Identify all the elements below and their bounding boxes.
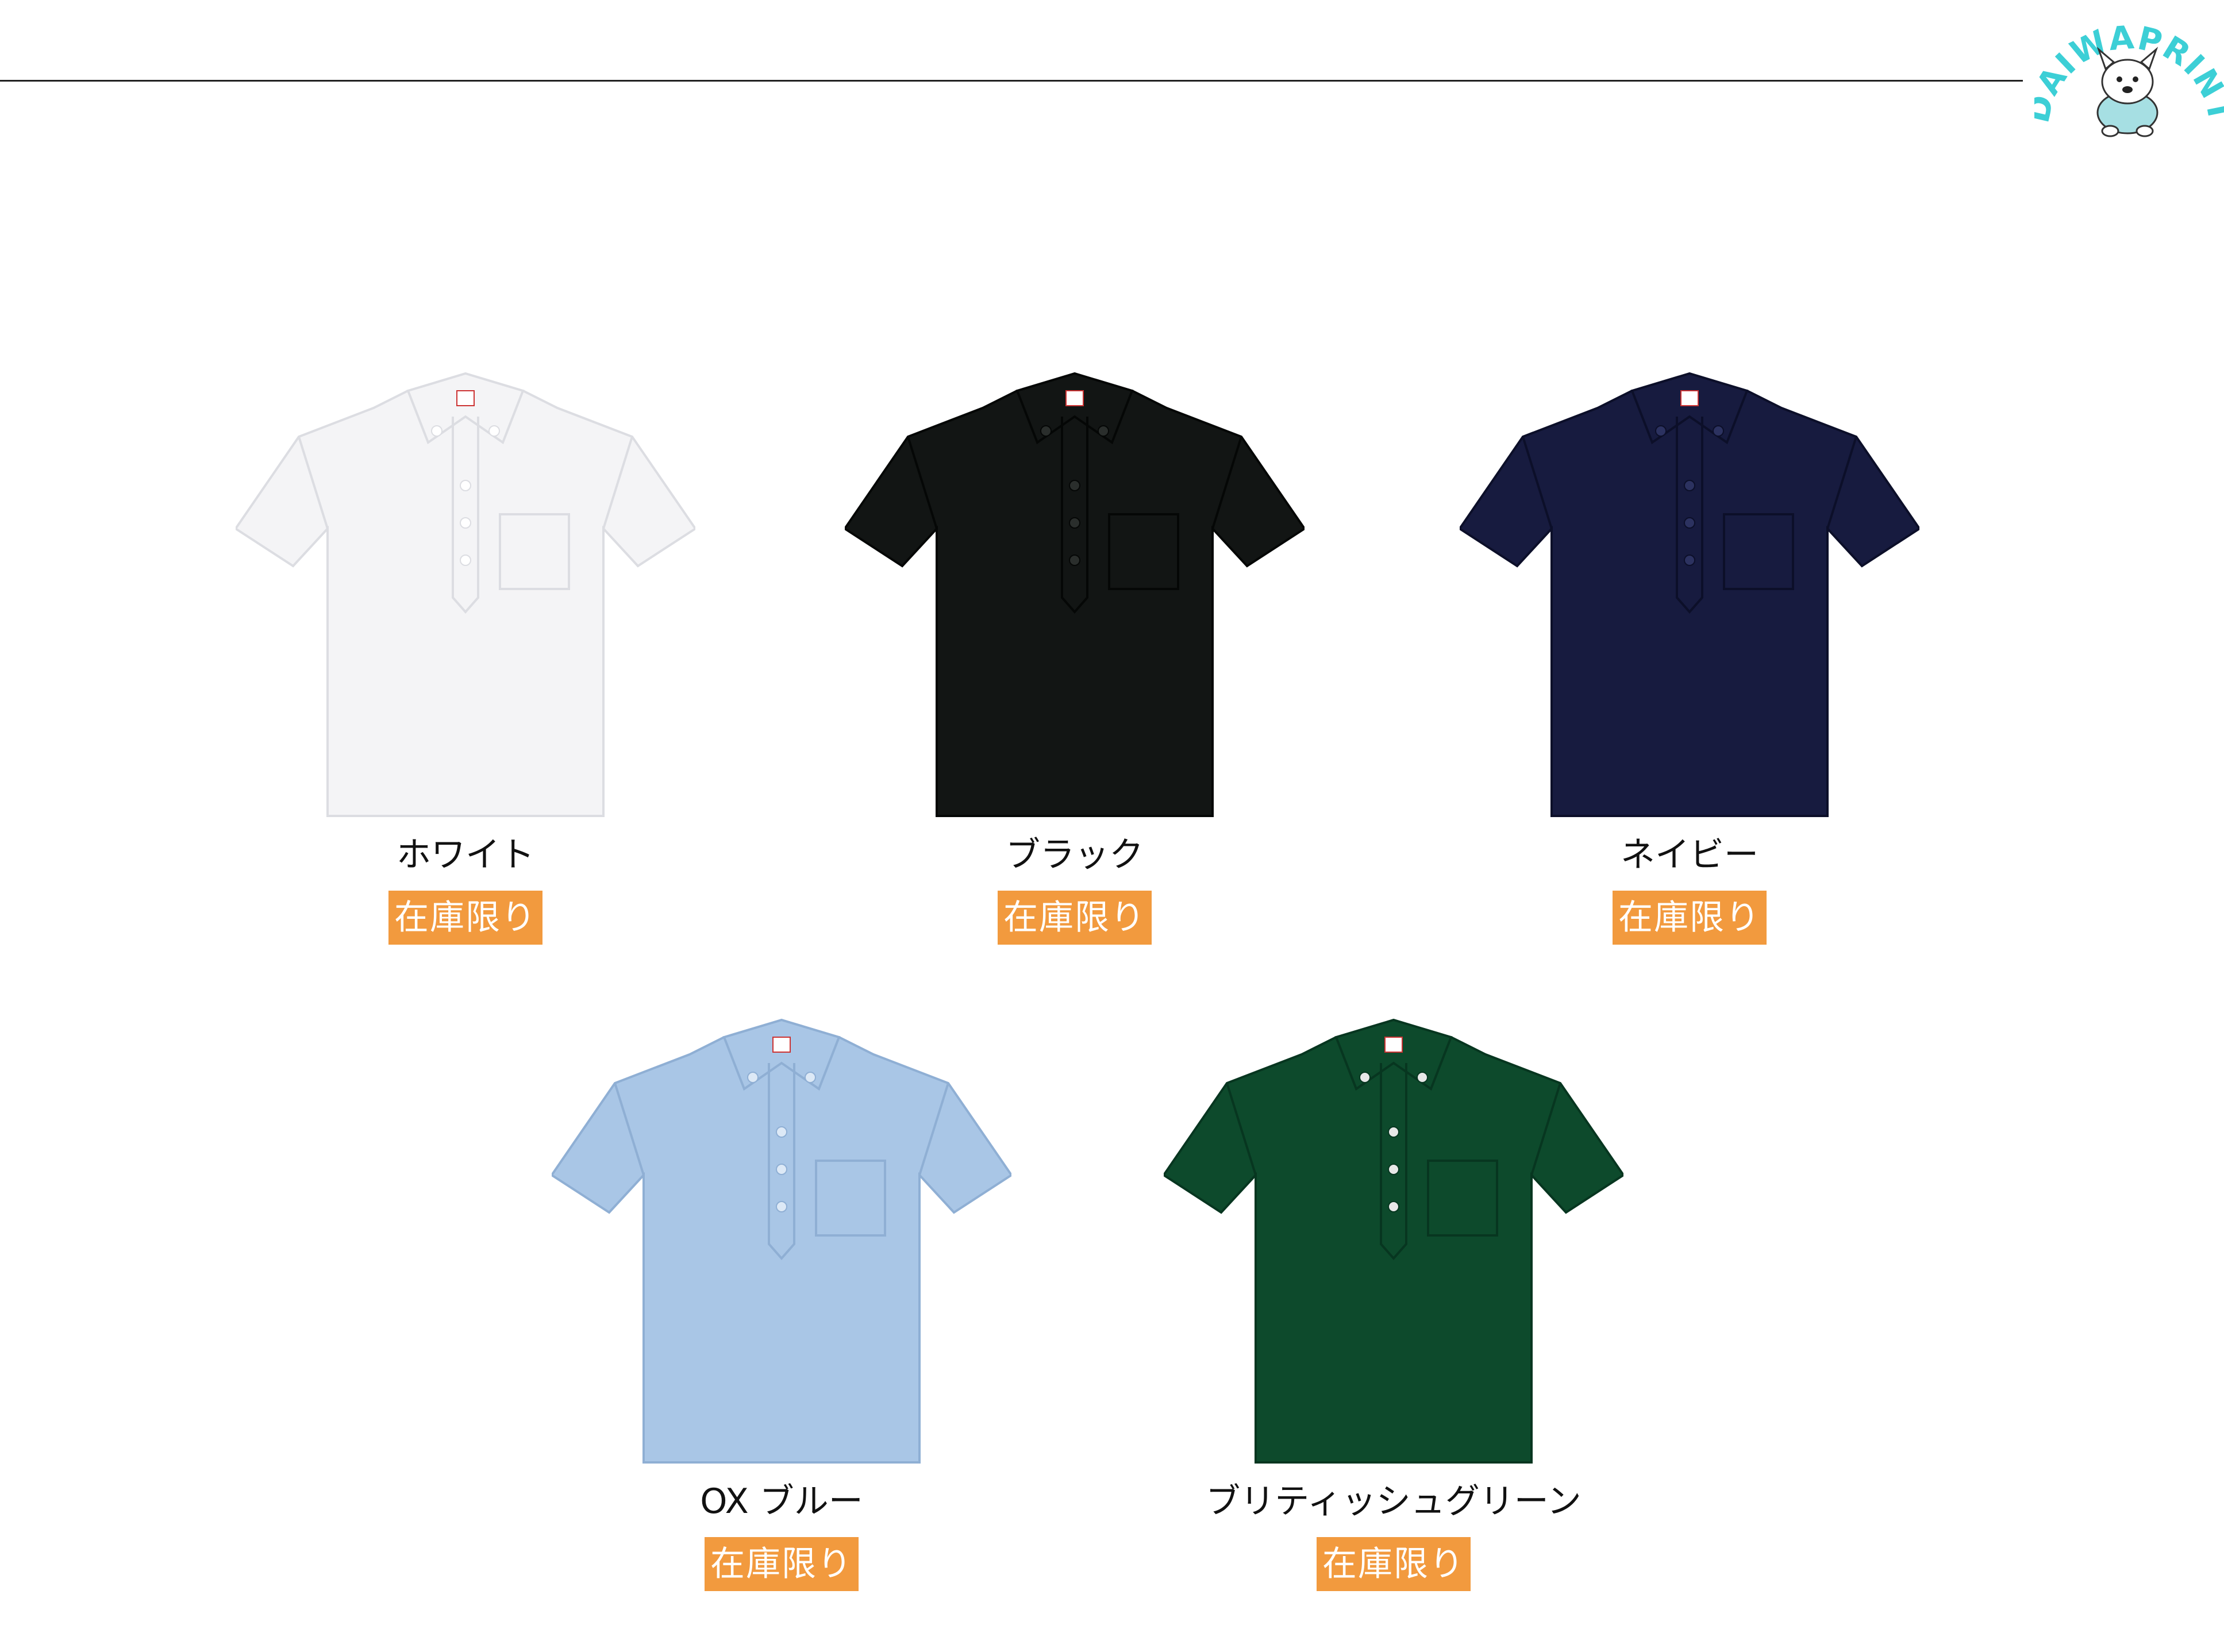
product-card-white[interactable]: ホワイト 在庫限り [207,368,724,1006]
shirt-button [776,1201,787,1212]
limited-stock-badge: 在庫限り [998,891,1152,945]
shirt-tag [1065,390,1084,406]
shirt-button [1417,1072,1428,1083]
shirt-button [460,554,471,566]
bulldog-mascot-icon [2096,47,2158,137]
shirt-tag [772,1037,791,1053]
shirt-button [747,1072,759,1083]
polo-shirt-image [1164,1014,1623,1474]
product-card-black[interactable]: ブラック 在庫限り [816,368,1333,1006]
polo-shirt-image [1460,368,1919,827]
shirt-button [1040,425,1052,437]
polo-shirt-image [552,1014,1011,1474]
shirt-button [805,1072,816,1083]
product-card-navy[interactable]: ネイビー 在庫限り [1431,368,1948,1006]
shirt-button [431,425,443,437]
shirt-button [1684,554,1695,566]
shirt-button [460,517,471,529]
shirt-tag [456,390,475,406]
header-divider [0,80,2023,82]
limited-stock-badge: 在庫限り [388,891,542,945]
daiwaprint-logo: DAIWAPRINT [2019,0,2224,144]
shirt-button [1069,517,1080,529]
limited-stock-badge: 在庫限り [705,1537,859,1591]
product-card-ox-blue[interactable]: OX ブルー 在庫限り [523,1014,1040,1652]
product-color-name: ネイビー [1621,835,1759,875]
limited-stock-badge: 在庫限り [1613,891,1767,945]
shirt-button [1388,1164,1399,1175]
product-color-name: OX ブルー [700,1481,863,1522]
shirt-button [460,480,471,491]
shirt-button [776,1126,787,1138]
polo-shirt-image [845,368,1305,827]
product-color-name: ブリティッシュグリーン [1206,1481,1582,1522]
shirt-button [1684,517,1695,529]
shirt-button [1359,1072,1371,1083]
shirt-button [1684,480,1695,491]
shirt-button [1388,1201,1399,1212]
product-color-name: ホワイト [397,835,534,875]
shirt-button [1388,1126,1399,1138]
polo-shirt-image [236,368,695,827]
shirt-button [1713,425,1724,437]
shirt-button [1098,425,1109,437]
shirt-button [1069,554,1080,566]
shirt-button [776,1164,787,1175]
shirt-button [488,425,500,437]
product-color-name: ブラック [1006,835,1144,875]
product-card-british-green[interactable]: ブリティッシュグリーン 在庫限り [1135,1014,1652,1652]
shirt-button [1069,480,1080,491]
limited-stock-badge: 在庫限り [1317,1537,1471,1591]
shirt-tag [1680,390,1699,406]
shirt-button [1655,425,1667,437]
shirt-tag [1384,1037,1403,1053]
